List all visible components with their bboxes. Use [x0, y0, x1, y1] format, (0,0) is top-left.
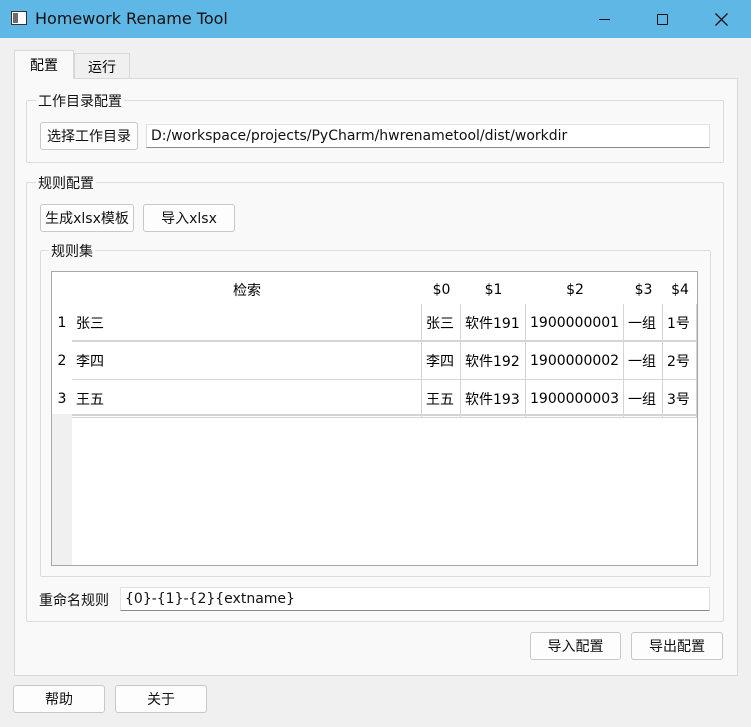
table-cell[interactable]: 一组 — [624, 304, 663, 342]
table-cell[interactable]: 王五 — [422, 380, 461, 418]
row-separator — [72, 414, 697, 416]
about-button[interactable]: 关于 — [115, 685, 207, 713]
table-cell[interactable]: 一组 — [624, 380, 663, 418]
row-separator — [72, 340, 697, 342]
workdir-path-field[interactable]: D:/workspace/projects/PyCharm/hwrenameto… — [146, 124, 710, 148]
maximize-icon — [656, 13, 668, 25]
rename-rule-field[interactable]: {0}-{1}-{2}{extname} — [120, 587, 710, 611]
workdir-group-title: 工作目录配置 — [36, 91, 124, 111]
column-header-3[interactable]: $3 — [624, 272, 663, 308]
table-cell[interactable]: 李四 — [422, 342, 461, 380]
export-config-button[interactable]: 导出配置 — [631, 632, 723, 660]
minimize-icon — [598, 18, 610, 20]
row-header-1[interactable]: 1 — [52, 304, 72, 342]
close-button[interactable] — [692, 0, 750, 38]
table-cell[interactable]: 一组 — [624, 342, 663, 380]
import-xlsx-button[interactable]: 导入xlsx — [143, 204, 235, 232]
column-header-0[interactable]: $0 — [422, 272, 461, 308]
row-header-empty-area — [52, 414, 72, 565]
table-cell[interactable]: 1900000003 — [526, 380, 624, 418]
ruleset-table[interactable]: 检索 $0 $1 $2 $3 $4 1 2 3 张三 张三 软件191 1900… — [51, 271, 698, 566]
maximize-button[interactable] — [633, 0, 691, 38]
table-cell[interactable]: 3号 — [663, 380, 697, 418]
rules-group-title: 规则配置 — [36, 173, 96, 193]
ruleset-group-title: 规则集 — [49, 241, 95, 261]
column-header-2[interactable]: $2 — [526, 272, 624, 308]
table-cell[interactable]: 张三 — [422, 304, 461, 342]
window-title: Homework Rename Tool — [35, 9, 228, 28]
table-cell[interactable]: 软件191 — [461, 304, 526, 342]
import-config-button[interactable]: 导入配置 — [530, 632, 621, 660]
select-workdir-button[interactable]: 选择工作目录 — [40, 122, 138, 150]
close-icon — [714, 12, 728, 26]
help-button[interactable]: 帮助 — [13, 685, 105, 713]
column-header-1[interactable]: $1 — [461, 272, 526, 308]
table-cell[interactable]: 1900000002 — [526, 342, 624, 380]
table-cell[interactable]: 软件192 — [461, 342, 526, 380]
generate-xlsx-template-button[interactable]: 生成xlsx模板 — [40, 204, 134, 232]
rename-rule-label: 重命名规则 — [39, 593, 109, 609]
table-cell[interactable]: 1号 — [663, 304, 697, 342]
minimize-button[interactable] — [575, 0, 633, 38]
tab-run[interactable]: 运行 — [74, 53, 130, 80]
column-header-search[interactable]: 检索 — [72, 272, 422, 308]
row-header-2[interactable]: 2 — [52, 342, 72, 380]
table-cell[interactable]: 李四 — [72, 342, 422, 380]
table-cell[interactable]: 1900000001 — [526, 304, 624, 342]
app-window-icon — [11, 11, 27, 25]
table-cell[interactable]: 张三 — [72, 304, 422, 342]
tab-config[interactable]: 配置 — [14, 50, 74, 79]
column-header-4[interactable]: $4 — [663, 272, 697, 308]
table-cell[interactable]: 2号 — [663, 342, 697, 380]
title-bar: Homework Rename Tool — [0, 0, 751, 38]
row-header-3[interactable]: 3 — [52, 380, 72, 418]
table-cell[interactable]: 软件193 — [461, 380, 526, 418]
table-corner — [52, 272, 72, 308]
table-cell[interactable]: 王五 — [72, 380, 422, 418]
